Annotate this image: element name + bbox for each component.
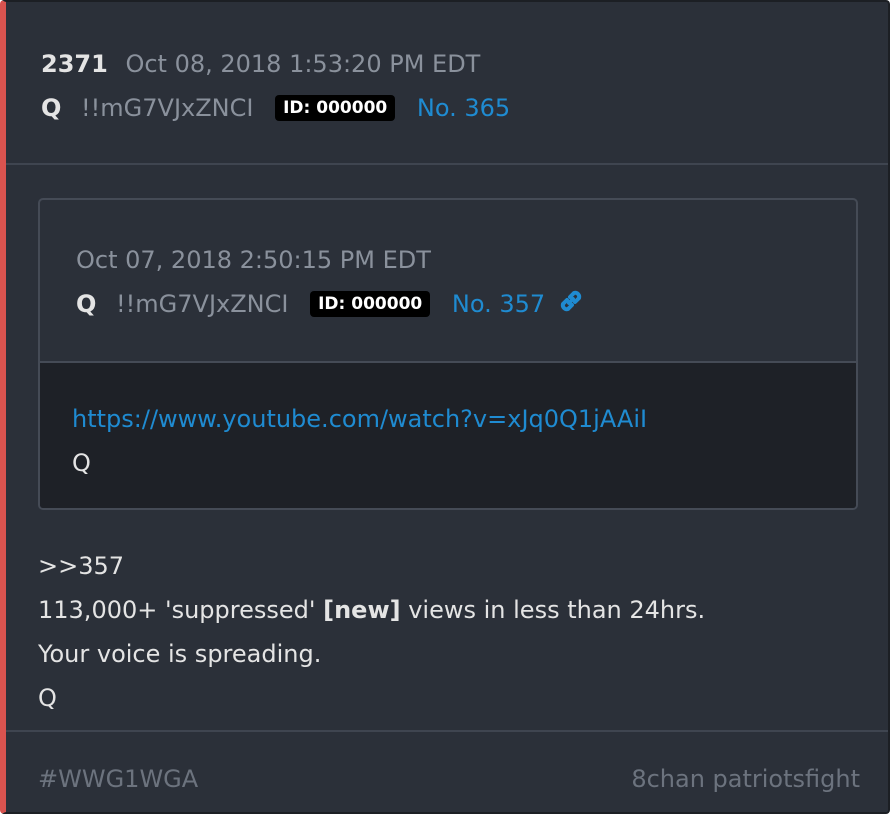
post-author-row: Q !!mG7VJxZNCI ID: 000000 No. 365 [41, 90, 510, 126]
quoted-post-header: Oct 07, 2018 2:50:15 PM EDT Q !!mG7VJxZN… [40, 200, 856, 363]
post-body: >>357 113,000+ 'suppressed' [new] views … [38, 544, 705, 720]
post-meta-row: 2371 Oct 08, 2018 1:53:20 PM EDT [41, 46, 480, 82]
author-name: Q [41, 94, 62, 122]
chain-link-icon[interactable] [557, 287, 585, 315]
new-tag: [new] [323, 596, 401, 624]
hashtag: #WWG1WGA [38, 765, 199, 793]
views-text-end: views in less than 24hrs. [400, 596, 706, 624]
quoted-post-meta-row: Oct 07, 2018 2:50:15 PM EDT [76, 242, 431, 278]
body-line-views: 113,000+ 'suppressed' [new] views in les… [38, 588, 705, 632]
quoted-post-timestamp: Oct 07, 2018 2:50:15 PM EDT [76, 246, 431, 274]
body-line-voice: Your voice is spreading. [38, 640, 322, 668]
post-timestamp: Oct 08, 2018 1:53:20 PM EDT [125, 50, 481, 78]
body-signature: Q [38, 684, 57, 712]
post-footer: #WWG1WGA 8chan patriotsfight [6, 730, 888, 812]
quoted-post-author-row: Q !!mG7VJxZNCI ID: 000000 No. 357 [76, 286, 585, 322]
quoted-id-badge: ID: 000000 [310, 291, 431, 317]
youtube-link[interactable]: https://www.youtube.com/watch?v=xJq0Q1jA… [72, 405, 647, 433]
views-text-start: 113,000+ 'suppressed' [38, 596, 324, 624]
source-label: 8chan patriotsfight [631, 765, 860, 793]
reply-reference[interactable]: >>357 [38, 544, 705, 588]
post-header: 2371 Oct 08, 2018 1:53:20 PM EDT Q !!mG7… [6, 2, 888, 165]
quoted-post: Oct 07, 2018 2:50:15 PM EDT Q !!mG7VJxZN… [38, 198, 858, 510]
author-tripcode: !!mG7VJxZNCI [81, 94, 254, 122]
post-number: 2371 [41, 50, 108, 78]
quoted-post-number-link[interactable]: No. 357 [452, 290, 545, 318]
quoted-author-tripcode: !!mG7VJxZNCI [116, 290, 289, 318]
quoted-youtube-link-row: https://www.youtube.com/watch?v=xJq0Q1jA… [72, 401, 647, 437]
post-number-link[interactable]: No. 365 [417, 94, 510, 122]
quoted-signature: Q [72, 449, 91, 477]
post-card: 2371 Oct 08, 2018 1:53:20 PM EDT Q !!mG7… [0, 0, 890, 814]
id-badge: ID: 000000 [275, 95, 396, 121]
quoted-post-body: https://www.youtube.com/watch?v=xJq0Q1jA… [40, 363, 856, 508]
quoted-author-name: Q [76, 290, 97, 318]
